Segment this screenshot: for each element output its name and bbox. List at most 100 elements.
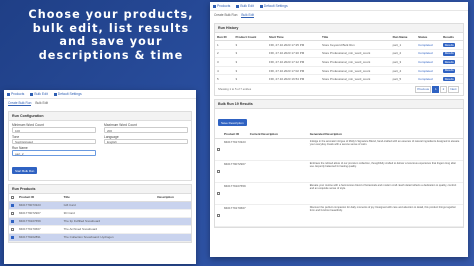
products-icon xyxy=(7,92,10,96)
bulk-edit-icon xyxy=(236,4,240,8)
product-id: 8401779170667 xyxy=(17,225,62,234)
product-row[interactable]: 8401779107659 The 3p Fulfilled Snowboard xyxy=(9,217,191,226)
history-cell: part_4 xyxy=(390,66,417,76)
tab-bulk-edit-left[interactable]: Bulk Edit xyxy=(35,101,48,106)
tone-label: Tone xyxy=(12,134,20,139)
product-description xyxy=(155,209,191,218)
page-1[interactable]: 1 xyxy=(432,85,440,93)
tab-create-bulk-run[interactable]: Create Bulk Run xyxy=(214,13,237,18)
history-cell: Completed xyxy=(416,49,442,59)
language-label: Language xyxy=(104,134,119,139)
tab-create-bulk-run-left[interactable]: Create Bulk Run xyxy=(8,101,32,106)
result-product-id: 8401779173323 xyxy=(222,138,248,161)
product-select-cell xyxy=(9,209,17,218)
results-button[interactable]: Results xyxy=(443,77,456,82)
select-all-checkbox[interactable] xyxy=(11,195,14,199)
history-cell: 3 xyxy=(233,74,268,84)
col-product-id: Product ID xyxy=(222,130,248,139)
col-title-left: Title xyxy=(61,193,156,202)
history-cell: FRI, 27.10.2023 17:25 PM xyxy=(267,40,321,50)
history-cell: Store Professional_min_word_count xyxy=(320,74,391,84)
history-cell: 5 xyxy=(215,74,234,84)
history-cell: Store Professional_min_word_count xyxy=(320,49,391,59)
run-history-table: Run ID Product Count Start Time Title Ru… xyxy=(215,33,463,84)
product-select-cell xyxy=(9,217,17,226)
nav-bulk-edit-left[interactable]: Bulk Edit xyxy=(30,92,48,96)
product-id: 8401779072907 xyxy=(17,209,62,218)
nav-default-settings-left[interactable]: Default Settings xyxy=(53,92,82,96)
history-cell: Completed xyxy=(416,57,442,67)
history-row: 3 3 FRI, 27.10.2023 17:12 PM Store Professi… xyxy=(215,57,463,67)
product-checkbox[interactable] xyxy=(11,203,14,207)
result-checkbox[interactable] xyxy=(217,169,220,173)
product-checkbox[interactable] xyxy=(11,211,14,215)
results-button[interactable]: Results xyxy=(443,60,456,65)
product-row[interactable]: 8401779073323 Gift Card xyxy=(9,201,191,210)
col-product-id-left: Product ID xyxy=(17,193,62,202)
result-generated-description[interactable]: Indulge in the aromatic intrigue of Moll… xyxy=(307,138,463,161)
result-current-description xyxy=(247,204,308,227)
entries-info: Showing 1 to 5 of 7 entries xyxy=(218,87,252,92)
history-cell: Store Professional_min_word_count xyxy=(320,57,391,67)
col-run-id: Run ID xyxy=(215,33,234,41)
history-cell: Store Keyword Bulk Run xyxy=(320,40,391,50)
settings-icon xyxy=(53,92,57,96)
history-row: 2 3 FRI, 27.10.2023 17:20 PM Store Professi… xyxy=(215,49,463,59)
result-row: 8401779170667 Discover the perfect compan… xyxy=(215,204,463,227)
result-checkbox[interactable] xyxy=(217,147,220,151)
results-button[interactable]: Results xyxy=(443,51,456,56)
nav-products[interactable]: Products xyxy=(213,4,230,8)
col-title: Title xyxy=(320,33,391,41)
product-id: 8401779202891 xyxy=(17,233,62,242)
run-name-input[interactable]: part_2 xyxy=(12,150,96,156)
nav-bulk-edit[interactable]: Bulk Edit xyxy=(236,4,254,8)
result-row: 8401779173323 Indulge in the aromatic int… xyxy=(215,138,463,161)
product-row[interactable]: 8401779202891 The Collection Snowboard: H… xyxy=(9,233,191,242)
run-products-table: Product ID Title Description 84017790733… xyxy=(9,193,191,242)
product-checkbox[interactable] xyxy=(11,235,14,239)
nav-default-settings[interactable]: Default Settings xyxy=(259,4,288,8)
page-previous[interactable]: Previous xyxy=(414,85,432,93)
col-status: Status xyxy=(416,33,442,41)
subtabs-left: Create Bulk Run Bulk Edit xyxy=(4,99,196,108)
page-2[interactable]: 2 xyxy=(440,85,447,93)
history-cell: 1 xyxy=(215,40,234,50)
product-description xyxy=(155,217,191,226)
product-description xyxy=(155,201,191,210)
product-row[interactable]: 8401779072907 3D Card xyxy=(9,209,191,218)
history-cell: 4 xyxy=(215,66,234,76)
page-next[interactable]: Next xyxy=(447,85,459,93)
headline-line-3: and save your xyxy=(59,35,163,48)
history-cell: FRI, 27.10.2023 16:54 PM xyxy=(267,74,321,84)
result-generated-description[interactable]: Discover the perfect companion for daily… xyxy=(307,204,463,227)
product-checkbox[interactable] xyxy=(11,219,14,223)
history-cell: part_3 xyxy=(390,57,417,67)
tab-bulk-edit[interactable]: Bulk Edit xyxy=(241,13,254,18)
history-cell: 3 xyxy=(233,49,268,59)
headline-line-4: descriptions & time xyxy=(38,48,184,62)
history-cell: part_5 xyxy=(390,74,417,84)
result-current-description xyxy=(247,138,308,161)
result-checkbox[interactable] xyxy=(217,191,220,195)
product-title: The 3p Fulfilled Snowboard xyxy=(61,217,156,226)
result-generated-description[interactable]: Elevate your routine with a harmonious b… xyxy=(307,182,463,205)
results-button[interactable]: Results xyxy=(443,68,456,73)
start-bulk-run-button[interactable]: Start Bulk Run xyxy=(12,167,38,174)
result-generated-description[interactable]: Embrace the refined allure of our premiu… xyxy=(307,160,463,183)
product-checkbox[interactable] xyxy=(11,227,14,231)
result-product-id: 8401779072907 xyxy=(222,160,248,183)
run-products-title: Run Products xyxy=(9,184,191,194)
results-button[interactable]: Results xyxy=(443,42,456,48)
result-checkbox[interactable] xyxy=(217,213,220,217)
save-description-button[interactable]: Save Description xyxy=(218,119,247,127)
product-row[interactable]: 8401779170667 The Archived Snowboard xyxy=(9,225,191,234)
col-start-time: Start Time xyxy=(267,33,321,41)
col-description-left: Description xyxy=(155,193,191,202)
result-product-id: 8401779107659 xyxy=(222,182,248,205)
history-cell: part_1 xyxy=(390,40,417,50)
history-cell: FRI, 27.10.2023 17:02 PM xyxy=(267,66,321,76)
bulk-run-panel: Products Bulk Edit Default Settings Crea… xyxy=(4,90,196,264)
history-cell: part_2 xyxy=(390,49,417,59)
nav-products-left[interactable]: Products xyxy=(7,92,24,96)
product-title: The Collection Snowboard: Hydrogen xyxy=(61,233,156,242)
